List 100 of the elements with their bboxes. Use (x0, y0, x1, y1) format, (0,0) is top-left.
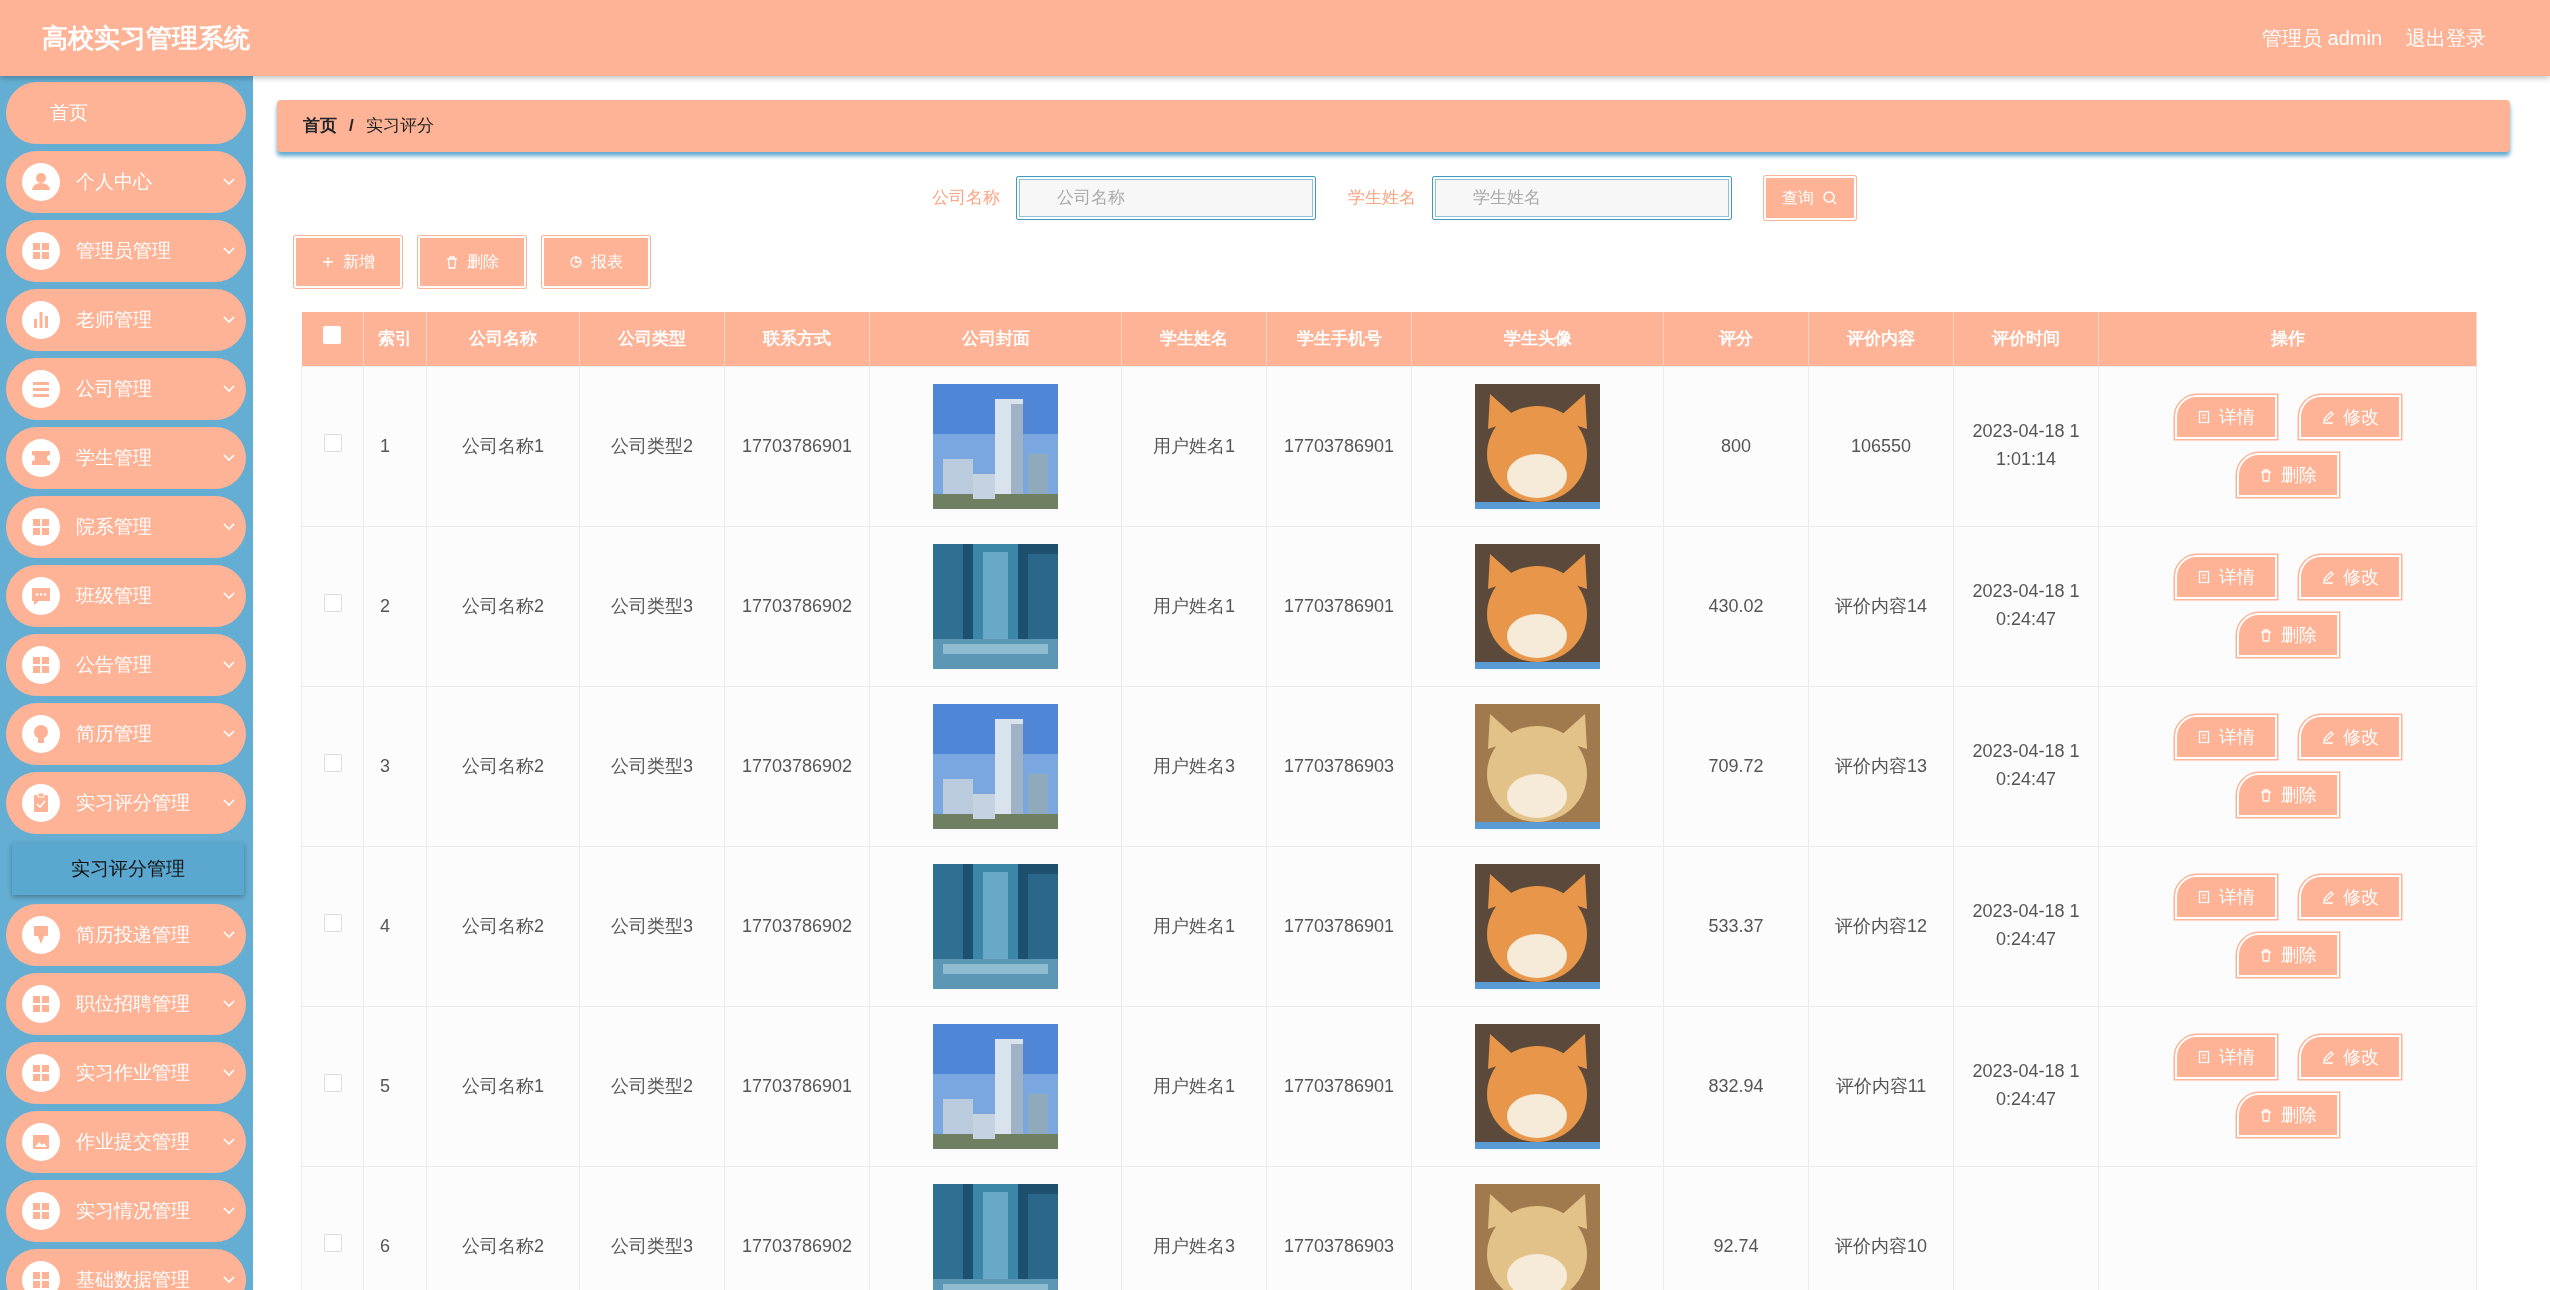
document-icon (2196, 1050, 2211, 1064)
logout-link[interactable]: 退出登录 (2406, 23, 2486, 53)
sidebar-item[interactable]: 职位招聘管理 (6, 973, 246, 1035)
sidebar-item[interactable]: 学生管理 (6, 427, 246, 489)
column-header: 评价内容 (1808, 312, 1954, 366)
delete-button[interactable]: 删除 (2236, 453, 2339, 497)
table-cell: 17703786901 (724, 366, 870, 526)
table-cell: 用户姓名1 (1121, 366, 1267, 526)
chevron-icon (222, 315, 236, 325)
delete-button[interactable]: 删除 (2236, 613, 2339, 657)
add-button[interactable]: 新增 (294, 236, 402, 288)
row-checkbox[interactable] (323, 433, 342, 452)
table-cell: 6 (363, 1166, 427, 1290)
delete-button[interactable]: 删除 (2236, 773, 2339, 817)
submenu-item[interactable]: 实习评分管理 (12, 843, 244, 895)
table-cell: 3 (363, 686, 427, 846)
details-button[interactable]: 详情 (2174, 1035, 2277, 1079)
table-cell: 430.02 (1663, 526, 1809, 686)
row-checkbox[interactable] (323, 1073, 342, 1092)
document-icon (2196, 730, 2211, 744)
chevron-icon (222, 798, 236, 808)
pencil-icon (2320, 890, 2335, 904)
grid-icon (31, 1201, 51, 1221)
sidebar-item[interactable]: 简历投递管理 (6, 904, 246, 966)
edit-button[interactable]: 修改 (2298, 875, 2401, 919)
sidebar-item[interactable]: 作业提交管理 (6, 1111, 246, 1173)
sidebar-item[interactable]: 简历管理 (6, 703, 246, 765)
document-icon (2196, 570, 2211, 584)
table-cell: 评价内容12 (1808, 846, 1954, 1006)
row-checkbox[interactable] (323, 753, 342, 772)
row-checkbox[interactable] (323, 913, 342, 932)
details-button[interactable]: 详情 (2174, 555, 2277, 599)
column-header: 公司类型 (579, 312, 725, 366)
delete-button[interactable]: 删除 (2236, 1093, 2339, 1137)
select-all-checkbox[interactable] (323, 326, 342, 344)
table-cell: 公司类型3 (579, 1166, 725, 1290)
search-field[interactable]: 学生姓名 (1431, 176, 1732, 220)
grid-icon (31, 1063, 51, 1083)
chevron-icon (222, 1275, 236, 1285)
sidebar-item[interactable]: 实习情况管理 (6, 1180, 246, 1242)
column-header: 联系方式 (724, 312, 870, 366)
sidebar-item[interactable]: 首页 (6, 82, 246, 144)
clipboard-icon (31, 793, 51, 813)
row-checkbox[interactable] (323, 593, 342, 612)
delete-button[interactable]: 删除 (418, 236, 526, 288)
sidebar-item[interactable]: 公司管理 (6, 358, 246, 420)
table-cell: 公司名称1 (426, 1006, 580, 1166)
column-header: 评价时间 (1953, 312, 2099, 366)
column-header: 操作 (2098, 312, 2477, 366)
table-cell: 用户姓名3 (1121, 1166, 1267, 1290)
trash-icon (2258, 628, 2273, 642)
table-cell: 公司名称2 (426, 526, 580, 686)
sidebar-item[interactable]: 班级管理 (6, 565, 246, 627)
report-button[interactable]: 报表 (542, 236, 650, 288)
edit-button[interactable]: 修改 (2298, 715, 2401, 759)
app-title: 高校实习管理系统 (42, 21, 250, 55)
sidebar-item[interactable]: 实习评分管理 (6, 772, 246, 834)
column-header: 公司封面 (869, 312, 1122, 366)
delete-button[interactable]: 删除 (2236, 933, 2339, 977)
column-header: 索引 (363, 312, 427, 366)
table-cell-text: 2023-04-18 11:01:14 (1971, 420, 2081, 471)
column-header: 学生姓名 (1121, 312, 1267, 366)
table-cell: 公司名称1 (426, 366, 580, 526)
edit-button[interactable]: 修改 (2298, 395, 2401, 439)
lightbulb-icon (31, 724, 51, 744)
sidebar-item[interactable]: 院系管理 (6, 496, 246, 558)
table-cell: 5 (363, 1006, 427, 1166)
sidebar-item[interactable]: 老师管理 (6, 289, 246, 351)
table-cell: 2 (363, 526, 427, 686)
breadcrumb-link[interactable]: 首页 (303, 113, 337, 139)
table-cell: 17703786903 (1266, 686, 1412, 846)
chevron-icon (222, 246, 236, 256)
edit-button[interactable]: 修改 (2298, 555, 2401, 599)
table-cell: 用户姓名1 (1121, 1006, 1267, 1166)
ticket-icon (31, 448, 51, 468)
chevron-icon (222, 384, 236, 394)
field-label: 公司名称 (931, 187, 1000, 210)
search-field[interactable]: 公司名称 (1015, 176, 1316, 220)
table-cell: 公司名称2 (426, 846, 580, 1006)
table-cell-text: 2023-04-18 10:24:47 (1971, 740, 2081, 791)
details-button[interactable]: 详情 (2174, 875, 2277, 919)
sidebar-item[interactable]: 实习作业管理 (6, 1042, 246, 1104)
table-cell-text: 2023-04-18 10:24:47 (1971, 1060, 2081, 1111)
row-checkbox[interactable] (323, 1233, 342, 1252)
table-cell: 17703786901 (1266, 366, 1412, 526)
chevron-icon (222, 729, 236, 739)
chevron-icon (222, 522, 236, 532)
sidebar-item[interactable]: 个人中心 (6, 151, 246, 213)
table-cell: 评价内容10 (1808, 1166, 1954, 1290)
edit-button[interactable]: 修改 (2298, 1035, 2401, 1079)
grid-icon (31, 655, 51, 675)
table-cell-text: 2023-04-18 10:24:47 (1971, 900, 2081, 951)
breadcrumb-separator: / (349, 115, 354, 138)
search-button[interactable]: 查询 (1763, 176, 1856, 220)
sidebar-item[interactable]: 公告管理 (6, 634, 246, 696)
sidebar-item[interactable]: 基础数据管理 (6, 1249, 246, 1290)
column-header: 公司名称 (426, 312, 580, 366)
details-button[interactable]: 详情 (2174, 395, 2277, 439)
details-button[interactable]: 详情 (2174, 715, 2277, 759)
sidebar-item[interactable]: 管理员管理 (6, 220, 246, 282)
